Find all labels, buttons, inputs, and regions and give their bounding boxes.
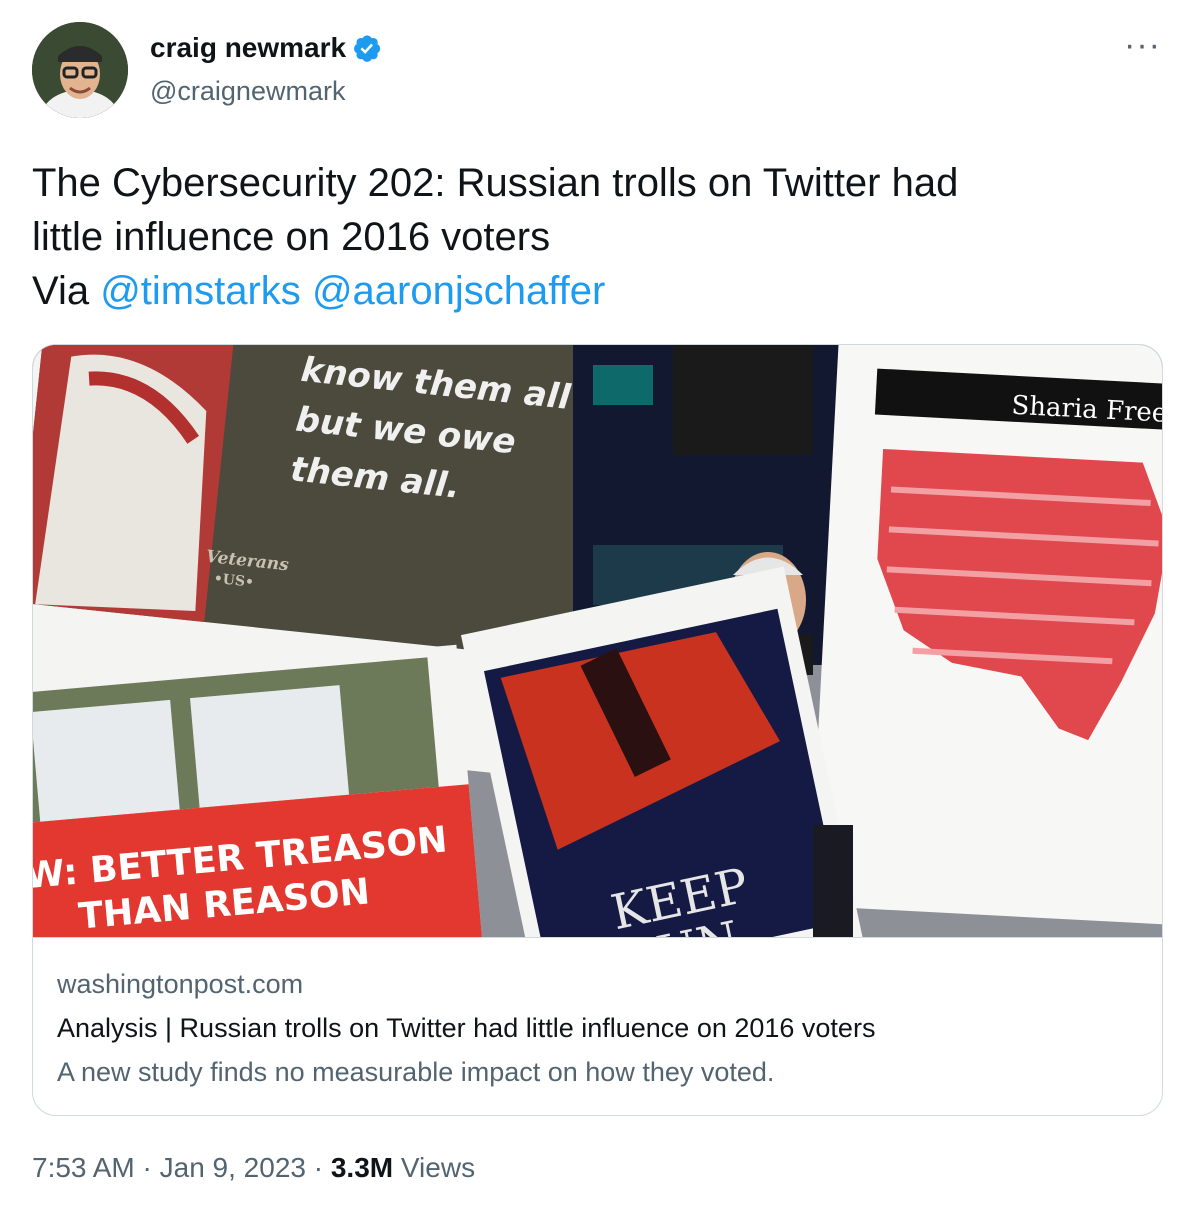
avatar-image: [32, 22, 128, 118]
card-image[interactable]: know them all but we owe them all. Veter…: [33, 345, 1162, 938]
tweet-line-3: Via @timstarks @aaronjschaffer: [32, 264, 1162, 318]
tweet-line-1: The Cybersecurity 202: Russian trolls on…: [32, 161, 959, 205]
mention-aaronjschaffer[interactable]: @aaronjschaffer: [312, 269, 605, 313]
footer-separator-1: ·: [134, 1152, 160, 1183]
tweet: craig newmark @craignewmark ··· The Cybe…: [0, 0, 1200, 1206]
footer-separator-2: ·: [305, 1152, 331, 1183]
mention-timstarks[interactable]: @timstarks: [100, 269, 301, 313]
tweet-footer: 7:53 AM · Jan 9, 2023 · 3.3M Views: [32, 1152, 475, 1184]
card-title[interactable]: Analysis | Russian trolls on Twitter had…: [57, 1013, 875, 1044]
link-card[interactable]: know them all but we owe them all. Veter…: [32, 344, 1163, 1116]
avatar[interactable]: [32, 22, 128, 118]
card-domain: washingtonpost.com: [57, 969, 304, 999]
via-prefix: Via: [32, 269, 101, 313]
views-label: Views: [393, 1152, 476, 1183]
card-meta: washingtonpost.com: [57, 969, 303, 1000]
tweet-time[interactable]: 7:53 AM: [32, 1152, 135, 1183]
author-name-row[interactable]: craig newmark: [150, 32, 382, 64]
card-description: A new study finds no measurable impact o…: [57, 1057, 775, 1087]
author-name[interactable]: craig newmark: [150, 32, 346, 64]
verified-badge-icon: [354, 35, 381, 62]
tweet-date[interactable]: Jan 9, 2023: [160, 1152, 306, 1183]
card-image-collage: know them all but we owe them all. Veter…: [33, 345, 1162, 937]
treason-poster: W: BETTER TREASON THAN REASON: [33, 644, 483, 937]
views-count[interactable]: 3.3M: [331, 1152, 393, 1183]
more-options-icon[interactable]: ···: [1124, 28, 1161, 62]
author-handle[interactable]: @craignewmark: [150, 76, 345, 107]
tweet-text: The Cybersecurity 202: Russian trolls on…: [32, 156, 1162, 318]
map-poster: Sharia Free: [809, 345, 1162, 925]
tweet-line-2: little influence on 2016 voters: [32, 215, 551, 259]
